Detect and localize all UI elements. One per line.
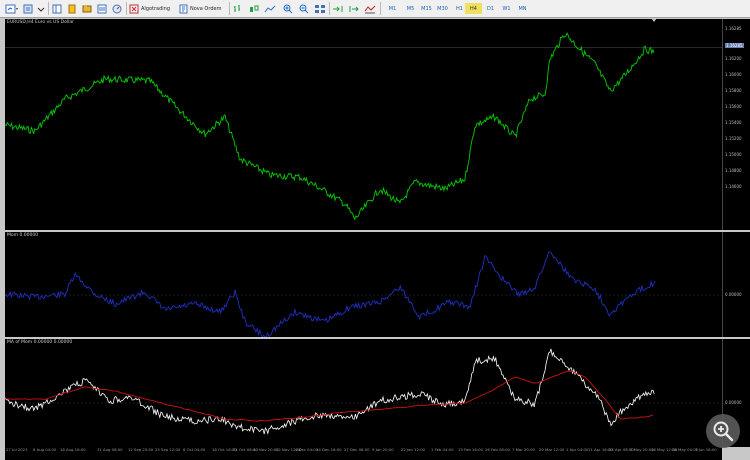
- time-axis-label: 6 Oct 04:00: [183, 447, 206, 452]
- new-order-button[interactable]: Nova Ordem: [178, 2, 226, 15]
- chart-symbol-title: EURUSD,H4 Euro vs US Dollar: [7, 20, 74, 25]
- timeframe-d1[interactable]: D1: [482, 3, 499, 14]
- timeframe-mn[interactable]: MN: [514, 3, 531, 14]
- timeframe-m15[interactable]: M15: [418, 3, 435, 14]
- time-axis-label: 10 Nov 20:00: [253, 447, 279, 452]
- time-axis-label: 22 Jan 12:00: [401, 447, 426, 452]
- price-chart[interactable]: [5, 19, 722, 230]
- toolbar: Algotrading Nova Ordem M1 M5 M15 M30 H1 …: [0, 0, 750, 18]
- algotrading-icon: [129, 4, 139, 13]
- time-axis-label: 25 Sep 12:00: [155, 447, 181, 452]
- momentum-chart[interactable]: [5, 232, 722, 337]
- data-window-icon[interactable]: [66, 2, 78, 15]
- toolbar-divider: [126, 2, 127, 15]
- price-series-line: [5, 32, 655, 221]
- time-axis-label: 12 Sep 20:00: [128, 447, 154, 452]
- time-axis-label: 27 Jul 2023: [6, 447, 28, 452]
- time-axis-label: 13 Feb 16:00: [458, 447, 483, 452]
- candlestick-icon[interactable]: [248, 2, 260, 15]
- magnifier-plus-icon: [713, 421, 734, 442]
- new-chart-icon[interactable]: [3, 2, 21, 15]
- price-pane[interactable]: EURUSD,H4 Euro vs US Dollar: [5, 19, 722, 230]
- momentum-axis: [722, 232, 750, 337]
- timeframe-w1[interactable]: W1: [498, 3, 515, 14]
- price-axis-label: 1.16000: [725, 72, 742, 77]
- momentum-series-line: [5, 251, 656, 337]
- chart-shift-marker-icon: [651, 19, 657, 22]
- time-axis-label: 7 Mar 20:00: [512, 447, 535, 452]
- zoom-in-icon[interactable]: [282, 2, 294, 15]
- ma-momentum-chart[interactable]: [5, 339, 722, 447]
- auto-scroll-icon[interactable]: [332, 2, 344, 15]
- momentum-pane[interactable]: Mom 0.00000: [5, 232, 722, 337]
- time-axis-label: 18 Aug 16:00: [60, 447, 86, 452]
- zoom-out-icon[interactable]: [298, 2, 310, 15]
- time-axis-label: 14 Dec 16:00: [316, 447, 342, 452]
- chart-window[interactable]: EURUSD,H4 Euro vs US Dollar 1.16285 1.16…: [5, 19, 750, 447]
- price-axis-label: 1.14600: [725, 184, 742, 189]
- time-axis-label: 9 Jan 20:00: [372, 447, 394, 452]
- new-order-label: Nova Ordem: [190, 5, 222, 12]
- ma-momentum-pane[interactable]: MA of Mom 0.00000 0.00000: [5, 339, 722, 447]
- timeframe-m30[interactable]: M30: [434, 3, 451, 14]
- time-axis-label: 20 Mar 12:00: [539, 447, 565, 452]
- chart-shift-icon[interactable]: [348, 2, 360, 15]
- dropdown-chevron-icon[interactable]: [35, 2, 47, 15]
- timeframe-h4[interactable]: H4: [465, 3, 482, 14]
- price-axis-label: 1.15200: [725, 136, 742, 141]
- price-axis-label: 1.15800: [725, 88, 742, 93]
- time-axis: 27 Jul 2023 8 Aug 04:00 18 Aug 16:00 31 …: [5, 446, 722, 460]
- price-axis-label: 1.15600: [725, 104, 742, 109]
- time-axis-label: 27 Dec 08:00: [344, 447, 370, 452]
- line-chart-icon[interactable]: [264, 2, 276, 15]
- timeframe-m1[interactable]: M1: [384, 3, 401, 14]
- bar-chart-icon[interactable]: [232, 2, 244, 15]
- toolbox-icon[interactable]: [96, 2, 108, 15]
- price-axis-label: 1.14800: [725, 168, 742, 173]
- price-axis-label: 1.16285: [725, 26, 742, 31]
- market-watch-icon[interactable]: [51, 2, 63, 15]
- ma-momentum-red-line: [5, 370, 654, 422]
- navigator-icon[interactable]: [81, 2, 93, 15]
- toolbar-divider: [380, 2, 381, 15]
- indicators-icon[interactable]: [364, 2, 376, 15]
- zoom-magnifier-button[interactable]: [706, 414, 740, 448]
- time-axis-label: 7 Jun 16:00: [695, 447, 717, 452]
- price-axis-label: 1.16200: [725, 56, 742, 61]
- time-axis-label: 1 Feb 04:00: [431, 447, 454, 452]
- toolbar-divider: [329, 2, 330, 15]
- ma-momentum-label: MA of Mom 0.00000 0.00000: [7, 340, 73, 345]
- price-axis-label: 1.15400: [725, 120, 742, 125]
- profiles-icon[interactable]: [22, 2, 34, 15]
- toolbar-divider: [229, 2, 230, 15]
- time-axis-label: 8 Aug 04:00: [33, 447, 57, 452]
- new-order-icon: [179, 4, 188, 13]
- time-axis-label: 1 Apr 04:00: [566, 447, 589, 452]
- tile-windows-icon[interactable]: [314, 2, 326, 15]
- strategy-tester-icon[interactable]: [111, 2, 123, 15]
- momentum-label: Mom 0.00000: [7, 233, 39, 238]
- algotrading-label: Algotrading: [141, 5, 171, 12]
- toolbar-divider: [48, 2, 49, 15]
- current-price-tag: 1.16285: [725, 43, 744, 48]
- price-axis-label: 1.15000: [725, 152, 742, 157]
- ma-momentum-white-line: [5, 348, 655, 435]
- timeframe-m5[interactable]: M5: [402, 3, 419, 14]
- time-axis-label: 26 Feb 08:00: [485, 447, 510, 452]
- momentum-axis-label: 0.00000: [725, 292, 742, 297]
- time-axis-label: 31 Aug 08:00: [97, 447, 123, 452]
- ma-momentum-axis-label: 0.00000: [725, 400, 742, 405]
- algotrading-button[interactable]: Algotrading: [129, 2, 175, 15]
- time-axis-label: 4 Dec 04:00: [295, 447, 319, 452]
